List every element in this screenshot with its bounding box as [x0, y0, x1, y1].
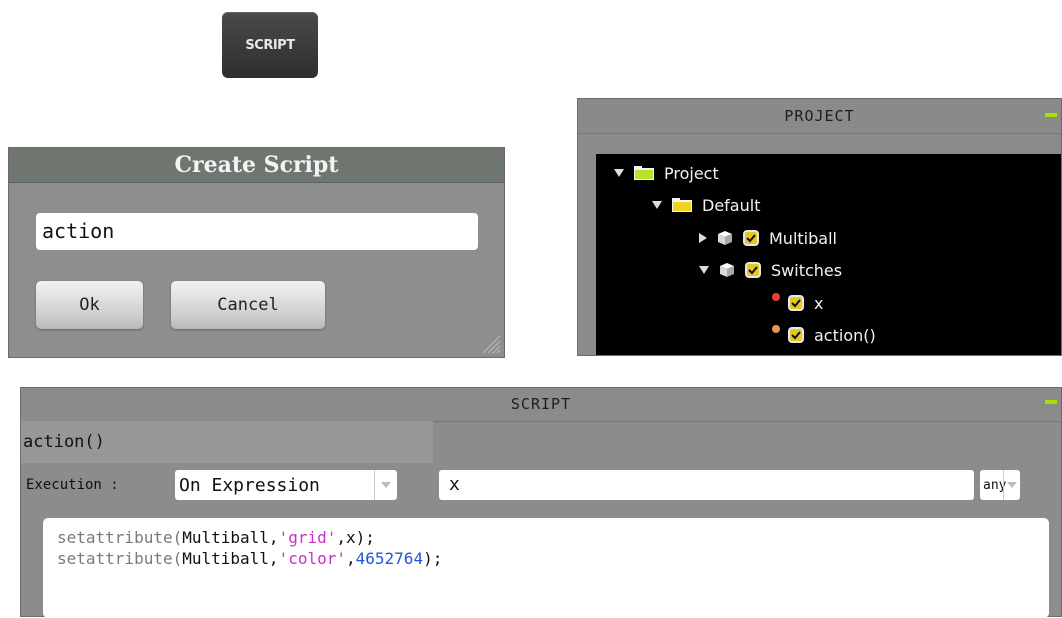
- checkbox-icon[interactable]: [788, 327, 804, 343]
- minimize-icon[interactable]: [1045, 113, 1057, 117]
- script-panel-title: SCRIPT: [21, 388, 1061, 422]
- tree-item-label: action(): [814, 325, 876, 345]
- orange-dot-icon: [772, 325, 780, 339]
- resize-grip-icon[interactable]: [479, 332, 501, 354]
- tree-item-label: Project: [664, 163, 719, 183]
- execution-label: Execution :: [26, 477, 119, 493]
- code-line: setattribute(Multiball,'grid',x);: [57, 528, 375, 547]
- chevron-down-icon[interactable]: [374, 470, 397, 500]
- checkbox-icon[interactable]: [788, 295, 804, 311]
- folder-icon: [634, 166, 654, 180]
- minimize-icon[interactable]: [1045, 400, 1057, 404]
- collapse-arrow-icon[interactable]: [699, 233, 707, 243]
- folder-icon: [672, 198, 692, 212]
- tree-item-project[interactable]: Project: [614, 158, 719, 188]
- red-dot-icon: [772, 293, 780, 307]
- code-line: setattribute(Multiball,'color',4652764);: [57, 549, 443, 568]
- dialog-title: Create Script: [9, 148, 504, 183]
- code-editor[interactable]: setattribute(Multiball,'grid',x); setatt…: [43, 518, 1049, 618]
- tree-item-action[interactable]: action(): [772, 320, 876, 350]
- create-script-dialog: Create Script action Ok Cancel: [8, 147, 505, 358]
- tree-item-label: Multiball: [769, 228, 837, 248]
- project-tree: Project Default Multiball Switches x act…: [596, 154, 1061, 355]
- tree-item-default[interactable]: Default: [652, 190, 760, 220]
- expand-arrow-icon[interactable]: [699, 266, 709, 274]
- cube-icon: [717, 230, 733, 246]
- checkbox-icon[interactable]: [745, 262, 761, 278]
- ok-button[interactable]: Ok: [36, 281, 143, 329]
- cube-icon: [719, 262, 735, 278]
- script-name-input[interactable]: action: [36, 213, 478, 250]
- tree-item-label: Default: [702, 195, 761, 215]
- expand-arrow-icon[interactable]: [614, 169, 624, 177]
- execution-mode-select[interactable]: On Expression: [175, 470, 397, 500]
- project-panel-title: PROJECT: [578, 99, 1061, 134]
- script-panel: SCRIPT action() Execution : On Expressio…: [20, 387, 1062, 618]
- tree-item-label: x: [814, 293, 824, 313]
- tree-item-x[interactable]: x: [772, 288, 823, 318]
- project-panel: PROJECT Project Default Multiball Switch…: [577, 98, 1062, 356]
- script-button[interactable]: SCRIPT: [222, 12, 318, 78]
- cancel-button[interactable]: Cancel: [171, 281, 325, 329]
- script-name: action(): [21, 421, 433, 463]
- chevron-down-icon[interactable]: [1003, 470, 1020, 500]
- execution-mode-value: On Expression: [179, 474, 320, 496]
- trigger-select[interactable]: any: [980, 470, 1020, 500]
- tree-item-multiball[interactable]: Multiball: [699, 223, 837, 253]
- tree-item-label: Switches: [771, 260, 843, 280]
- expression-input[interactable]: x: [439, 470, 974, 500]
- checkbox-icon[interactable]: [743, 230, 759, 246]
- expand-arrow-icon[interactable]: [652, 201, 662, 209]
- tree-item-switches[interactable]: Switches: [699, 255, 842, 285]
